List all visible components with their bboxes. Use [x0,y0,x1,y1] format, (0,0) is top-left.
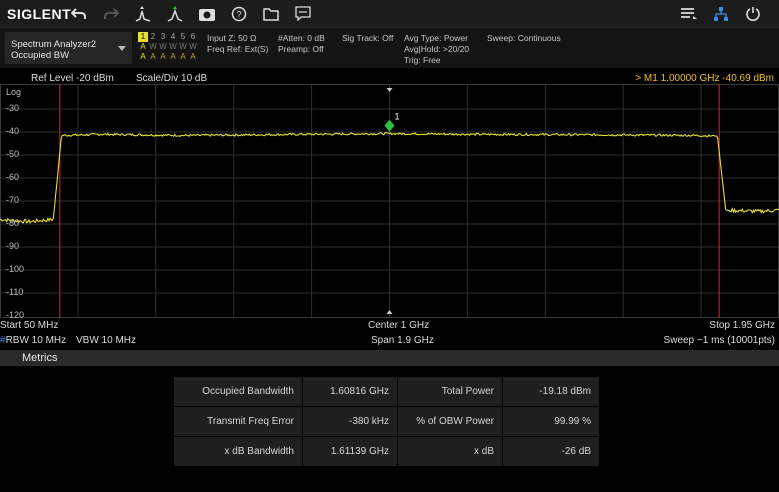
trace-detector: A [150,52,156,61]
marker-diamond [384,119,395,132]
trace-type: W [189,42,197,51]
trace-type: A [140,42,146,51]
metric-value: 99.99 % [503,407,599,436]
metrics-table: Occupied Bandwidth 1.60816 GHz Total Pow… [173,376,600,467]
start-frequency[interactable]: Start 50 MHz [0,320,58,331]
table-row: Transmit Freq Error -380 kHz % of OBW Po… [174,407,599,436]
trace-number: 2 [150,32,156,41]
y-tick-label: -110 [6,287,24,297]
status-strip: Spectrum Analyzer2 Occupied BW 123456 AW… [0,28,779,68]
metric-label: Total Power [398,377,502,406]
marker-label: 1 [395,112,400,122]
center-bottom-indicator [386,310,393,314]
metric-label: % of OBW Power [398,407,502,436]
undo-icon[interactable] [67,3,91,25]
metric-value: -19.18 dBm [503,377,599,406]
trace-numbers: 123456 [138,32,198,42]
marker-group: 1 [384,112,400,132]
signal-track[interactable]: Sig Track: Off [342,33,393,44]
brand-logo: SIGLENT [7,5,72,22]
metrics-header: Metrics [0,350,779,366]
metric-label: Transmit Freq Error [174,407,302,436]
preamp-status[interactable]: Preamp: Off [278,44,324,55]
trace-type: W [159,42,167,51]
redo-icon[interactable] [99,3,123,25]
trigger-status[interactable]: Trig: Free [404,55,441,66]
center-frequency[interactable]: Center 1 GHz [368,320,429,331]
folder-icon[interactable] [259,3,283,25]
mode-name: Spectrum Analyzer2 [11,39,97,50]
y-tick-label: -100 [6,264,25,274]
y-tick-label: -30 [6,103,20,113]
measurement-name: Occupied BW [11,50,70,61]
y-tick-label: -90 [6,241,20,251]
sweep-mode[interactable]: Sweep: Continuous [487,33,561,44]
trace-number: 3 [160,32,166,41]
trace-detector: A [140,52,146,61]
freq-reference[interactable]: Freq Ref: Ext(S) [207,44,268,55]
y-tick-label: -60 [6,172,20,182]
trace-indicator[interactable]: 123456 AWWWWW AAAAAA [138,32,198,62]
metrics-title: Metrics [22,352,58,364]
screenshot-icon[interactable] [195,3,219,25]
marker-to-center-icon[interactable] [163,3,187,25]
scale-type-label: Log [6,87,22,97]
spectrum-plot[interactable]: 1 [0,84,779,318]
y-tick-label: -40 [6,126,20,136]
vbw-setting[interactable]: VBW 10 MHz [76,335,136,346]
trace-detectors: AAAAAA [138,52,198,62]
stop-frequency[interactable]: Stop 1.95 GHz [709,320,775,331]
svg-text:?: ? [236,9,241,19]
center-top-indicator [386,88,393,92]
trace-number: 1 [138,32,148,42]
trace-type: W [149,42,157,51]
help-icon[interactable]: ? [227,3,251,25]
network-icon[interactable] [709,3,733,25]
plot-grid [0,84,779,318]
span-setting[interactable]: Span 1.9 GHz [371,335,434,346]
metric-label: x dB Bandwidth [174,437,302,466]
power-icon[interactable] [741,3,765,25]
peak-search-icon[interactable] [131,3,155,25]
metric-value: 1.61139 GHz [303,437,397,466]
y-tick-label: -50 [6,149,20,159]
y-tick-label: -120 [6,310,25,320]
metric-label: x dB [398,437,502,466]
trace-type: W [179,42,187,51]
rbw-setting[interactable]: #RBW 10 MHz [0,335,66,346]
trace-types: AWWWWW [138,42,198,52]
trace-detector: A [170,52,176,61]
mode-selector[interactable]: Spectrum Analyzer2 Occupied BW [5,32,132,64]
metric-value: 1.60816 GHz [303,377,397,406]
top-toolbar: SIGLENT ? [0,0,779,28]
trace-number: 6 [190,32,196,41]
ref-level[interactable]: Ref Level -20 dBm [31,73,114,84]
attenuation[interactable]: #Atten: 0 dB [278,33,325,44]
metric-label: Occupied Bandwidth [174,377,302,406]
rbw-value: RBW 10 MHz [5,335,67,346]
trace-number: 5 [180,32,186,41]
input-impedance[interactable]: Input Z: 50 Ω [207,33,256,44]
trace-number: 4 [170,32,176,41]
chevron-down-icon [118,46,126,51]
y-tick-label: -80 [6,218,20,228]
average-type[interactable]: Avg Type: Power [404,33,468,44]
menu-icon[interactable] [677,3,701,25]
sweep-time[interactable]: Sweep ~1 ms (10001pts) [664,335,775,346]
trace-type: W [169,42,177,51]
metric-value: -380 kHz [303,407,397,436]
trace-detector: A [180,52,186,61]
metric-value: -26 dB [503,437,599,466]
table-row: x dB Bandwidth 1.61139 GHz x dB -26 dB [174,437,599,466]
table-row: Occupied Bandwidth 1.60816 GHz Total Pow… [174,377,599,406]
scale-per-div[interactable]: Scale/Div 10 dB [136,73,207,84]
average-hold[interactable]: Avg|Hold: >20/20 [404,44,469,55]
y-tick-label: -70 [6,195,20,205]
trace-detector: A [160,52,166,61]
trace-detector: A [190,52,196,61]
message-icon[interactable] [291,3,315,25]
marker-readout: > M1 1.00000 GHz -40.69 dBm [635,73,774,84]
